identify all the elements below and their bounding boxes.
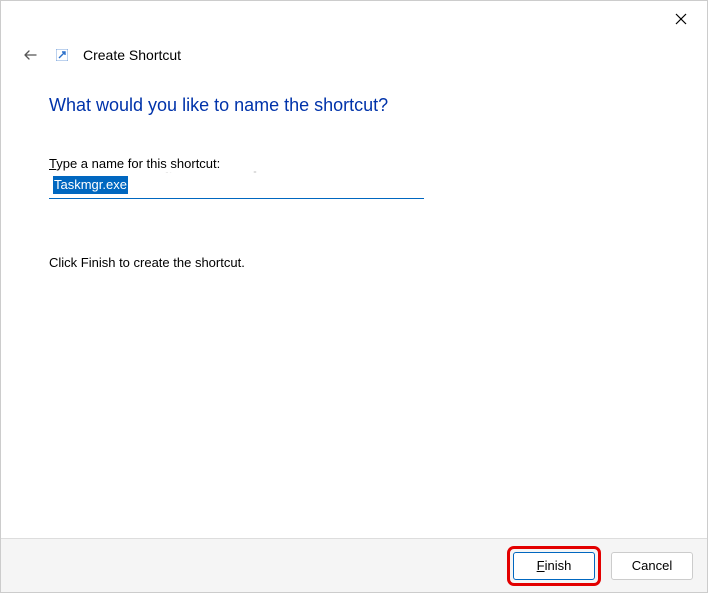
close-icon bbox=[675, 13, 687, 25]
shortcut-icon bbox=[55, 48, 69, 62]
page-heading: What would you like to name the shortcut… bbox=[49, 95, 659, 116]
titlebar bbox=[1, 1, 707, 37]
footer-button-bar: Finish Cancel bbox=[1, 538, 707, 592]
wizard-title: Create Shortcut bbox=[83, 47, 181, 63]
cancel-button[interactable]: Cancel bbox=[611, 552, 693, 580]
back-button[interactable] bbox=[21, 45, 41, 65]
close-button[interactable] bbox=[669, 7, 693, 31]
instruction-text: Click Finish to create the shortcut. bbox=[49, 255, 659, 270]
header-row: Create Shortcut bbox=[1, 37, 707, 65]
content-area: What would you like to name the shortcut… bbox=[1, 95, 707, 538]
create-shortcut-wizard-window: Create Shortcut What would you like to n… bbox=[1, 1, 707, 592]
shortcut-name-input[interactable] bbox=[49, 173, 424, 199]
back-arrow-icon bbox=[22, 46, 40, 64]
finish-button[interactable]: Finish bbox=[513, 552, 595, 580]
shortcut-name-label: Type a name for this shortcut: bbox=[49, 156, 659, 171]
finish-highlight-box: Finish bbox=[507, 546, 601, 586]
shortcut-name-input-wrapper: Taskmgr.exe bbox=[49, 173, 424, 199]
